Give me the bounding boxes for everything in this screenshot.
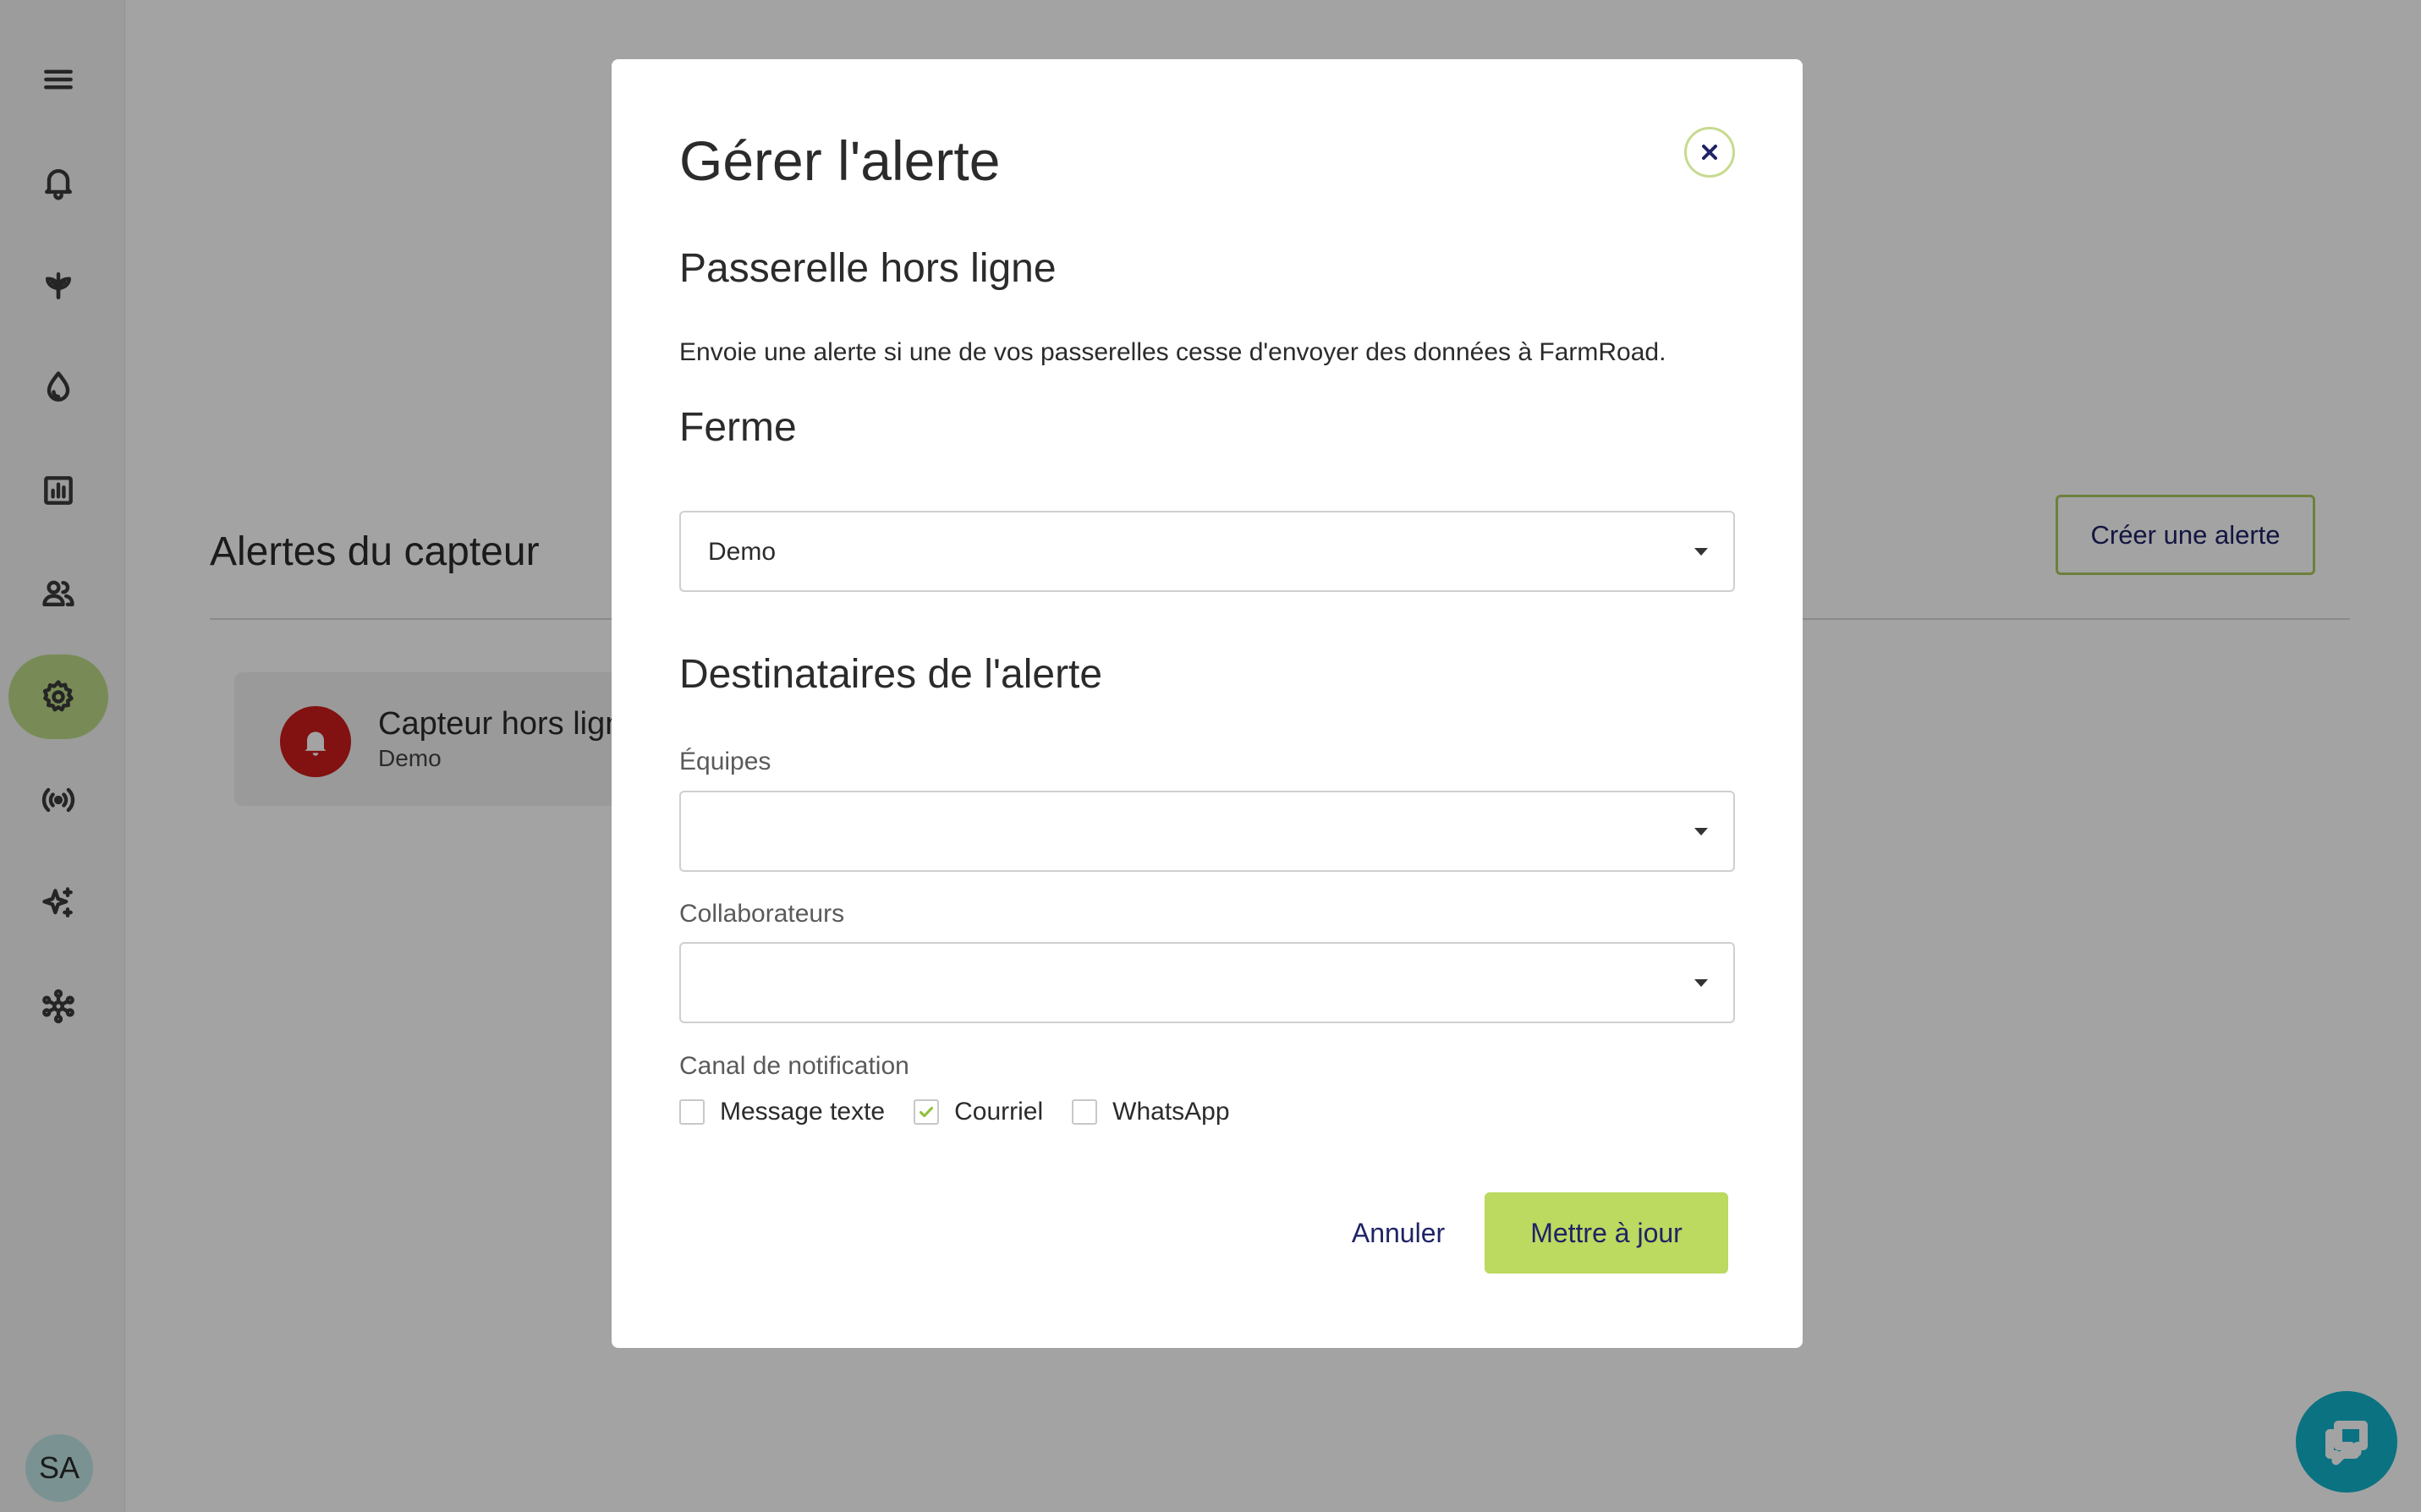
checkbox[interactable] <box>679 1099 705 1125</box>
recipients-heading: Destinataires de l'alerte <box>679 652 1103 697</box>
close-icon <box>1702 145 1717 160</box>
dialog-title: Gérer l'alerte <box>679 129 1001 192</box>
farm-select-value: Demo <box>708 538 777 566</box>
farm-heading: Ferme <box>679 405 797 450</box>
chevron-down-icon <box>1694 548 1708 556</box>
channel-email[interactable]: Courriel <box>914 1098 1043 1126</box>
alert-type-heading: Passerelle hors ligne <box>679 246 1057 291</box>
channel-label: Message texte <box>720 1098 886 1126</box>
notification-channel-label: Canal de notification <box>679 1052 909 1080</box>
channel-label: WhatsApp <box>1112 1098 1230 1126</box>
alert-description: Envoie une alerte si une de vos passerel… <box>679 338 1666 366</box>
channel-label: Courriel <box>954 1098 1044 1126</box>
teams-label: Équipes <box>679 748 771 775</box>
cancel-button[interactable]: Annuler <box>1322 1192 1474 1274</box>
collaborators-select[interactable] <box>679 942 1735 1023</box>
update-button[interactable]: Mettre à jour <box>1485 1192 1728 1274</box>
close-button[interactable] <box>1684 127 1735 178</box>
teams-select[interactable] <box>679 791 1735 872</box>
checkbox[interactable] <box>1072 1099 1098 1125</box>
manage-alert-dialog: Gérer l'alerte Passerelle hors ligne Env… <box>612 59 1803 1348</box>
collaborators-label: Collaborateurs <box>679 900 845 928</box>
farm-select[interactable]: Demo <box>679 511 1735 592</box>
chevron-down-icon <box>1694 979 1708 987</box>
channel-whatsapp[interactable]: WhatsApp <box>1072 1098 1230 1126</box>
checkmark-icon <box>920 1106 934 1118</box>
chevron-down-icon <box>1694 828 1708 835</box>
checkbox[interactable] <box>914 1099 940 1125</box>
notification-channels: Message texte Courriel WhatsApp <box>679 1098 1259 1126</box>
channel-sms[interactable]: Message texte <box>679 1098 885 1126</box>
